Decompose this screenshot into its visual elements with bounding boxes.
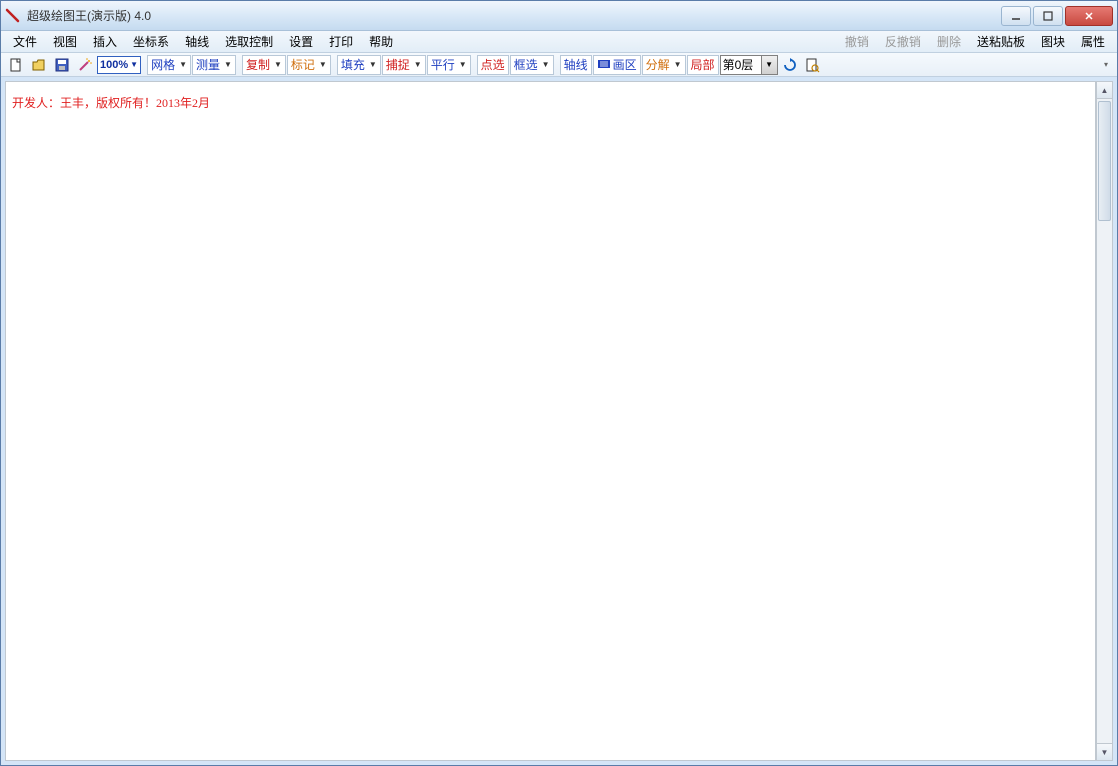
chevron-down-icon: ▼ — [319, 60, 327, 69]
region-icon — [597, 56, 611, 73]
tool-snap[interactable]: 捕捉 ▼ — [382, 55, 426, 75]
tool-measure[interactable]: 测量 ▼ — [192, 55, 236, 75]
window-title: 超级绘图王(演示版) 4.0 — [27, 7, 1001, 24]
chevron-down-icon: ▼ — [542, 60, 550, 69]
tool-box-select-label: 框选 — [514, 56, 538, 73]
minimize-button[interactable] — [1001, 6, 1031, 26]
tool-local[interactable]: 局部 — [687, 55, 719, 75]
tool-fill-label: 填充 — [341, 56, 365, 73]
tool-region-label: 画区 — [613, 56, 637, 73]
chevron-down-icon: ▼ — [130, 60, 138, 69]
menu-properties[interactable]: 属性 — [1073, 30, 1113, 53]
tool-fill[interactable]: 填充 ▼ — [337, 55, 381, 75]
chevron-down-icon: ▼ — [274, 60, 282, 69]
toolbar-overflow[interactable]: ▾ — [1099, 55, 1113, 75]
chevron-down-icon: ▼ — [414, 60, 422, 69]
tool-explode-label: 分解 — [646, 56, 670, 73]
tool-axis[interactable]: 轴线 — [560, 55, 592, 75]
menu-coord[interactable]: 坐标系 — [125, 30, 177, 53]
scroll-up-button[interactable]: ▲ — [1097, 82, 1112, 99]
close-button[interactable] — [1065, 6, 1113, 26]
chevron-down-icon: ▼ — [761, 56, 777, 74]
chevron-down-icon: ▼ — [224, 60, 232, 69]
menu-axis[interactable]: 轴线 — [177, 30, 217, 53]
menubar-right: 撤销 反撤销 删除 送粘贴板 图块 属性 — [837, 30, 1113, 53]
scroll-thumb[interactable] — [1098, 101, 1111, 221]
refresh-button[interactable] — [779, 55, 801, 75]
tool-point-select[interactable]: 点选 — [477, 55, 509, 75]
tool-grid-label: 网格 — [151, 56, 175, 73]
save-button[interactable] — [51, 55, 73, 75]
menu-insert[interactable]: 插入 — [85, 30, 125, 53]
tool-point-select-label: 点选 — [481, 56, 505, 73]
tool-parallel-label: 平行 — [431, 56, 455, 73]
titlebar: 超级绘图王(演示版) 4.0 — [1, 1, 1117, 31]
preview-button[interactable] — [802, 55, 824, 75]
workspace: 开发人：王丰，版权所有！2013年2月 ▲ ▼ — [1, 77, 1117, 765]
menu-settings[interactable]: 设置 — [281, 30, 321, 53]
tool-parallel[interactable]: 平行 ▼ — [427, 55, 471, 75]
vertical-scrollbar: ▲ ▼ — [1096, 81, 1113, 761]
chevron-down-icon: ▼ — [179, 60, 187, 69]
scroll-track[interactable] — [1097, 99, 1112, 743]
tool-snap-label: 捕捉 — [386, 56, 410, 73]
toolbar: 100% ▼ 网格 ▼ 测量 ▼ 复制 ▼ 标记 ▼ 填充 ▼ 捕捉 ▼ 平行 … — [1, 53, 1117, 77]
app-icon — [5, 8, 21, 24]
menu-print[interactable]: 打印 — [321, 30, 361, 53]
menubar: 文件 视图 插入 坐标系 轴线 选取控制 设置 打印 帮助 撤销 反撤销 删除 … — [1, 31, 1117, 53]
tool-explode[interactable]: 分解 ▼ — [642, 55, 686, 75]
menu-block[interactable]: 图块 — [1033, 30, 1073, 53]
new-file-button[interactable] — [5, 55, 27, 75]
tool-copy[interactable]: 复制 ▼ — [242, 55, 286, 75]
tool-measure-label: 测量 — [196, 56, 220, 73]
chevron-down-icon: ▼ — [459, 60, 467, 69]
menu-help[interactable]: 帮助 — [361, 30, 401, 53]
menu-send-clipboard[interactable]: 送粘贴板 — [969, 30, 1033, 53]
layer-select[interactable]: 第0层 ▼ — [720, 55, 778, 75]
scroll-down-button[interactable]: ▼ — [1097, 743, 1112, 760]
chevron-down-icon: ▼ — [674, 60, 682, 69]
menu-select-control[interactable]: 选取控制 — [217, 30, 281, 53]
maximize-button[interactable] — [1033, 6, 1063, 26]
zoom-value: 100% — [100, 59, 128, 71]
tool-region[interactable]: 画区 — [593, 55, 641, 75]
copyright-notice: 开发人：王丰，版权所有！2013年2月 — [12, 94, 210, 111]
tool-copy-label: 复制 — [246, 56, 270, 73]
menubar-left: 文件 视图 插入 坐标系 轴线 选取控制 设置 打印 帮助 — [5, 30, 401, 53]
open-file-button[interactable] — [28, 55, 50, 75]
menu-delete[interactable]: 删除 — [929, 30, 969, 53]
tool-mark[interactable]: 标记 ▼ — [287, 55, 331, 75]
magic-button[interactable] — [74, 55, 96, 75]
menu-redo[interactable]: 反撤销 — [877, 30, 929, 53]
tool-box-select[interactable]: 框选 ▼ — [510, 55, 554, 75]
canvas[interactable]: 开发人：王丰，版权所有！2013年2月 — [5, 81, 1096, 761]
zoom-level[interactable]: 100% ▼ — [97, 56, 141, 74]
chevron-down-icon: ▼ — [369, 60, 377, 69]
menu-undo[interactable]: 撤销 — [837, 30, 877, 53]
menu-file[interactable]: 文件 — [5, 30, 45, 53]
tool-local-label: 局部 — [691, 56, 715, 73]
tool-mark-label: 标记 — [291, 56, 315, 73]
layer-value: 第0层 — [723, 56, 754, 73]
window-controls — [1001, 6, 1113, 26]
menu-view[interactable]: 视图 — [45, 30, 85, 53]
tool-grid[interactable]: 网格 ▼ — [147, 55, 191, 75]
tool-axis-label: 轴线 — [564, 56, 588, 73]
